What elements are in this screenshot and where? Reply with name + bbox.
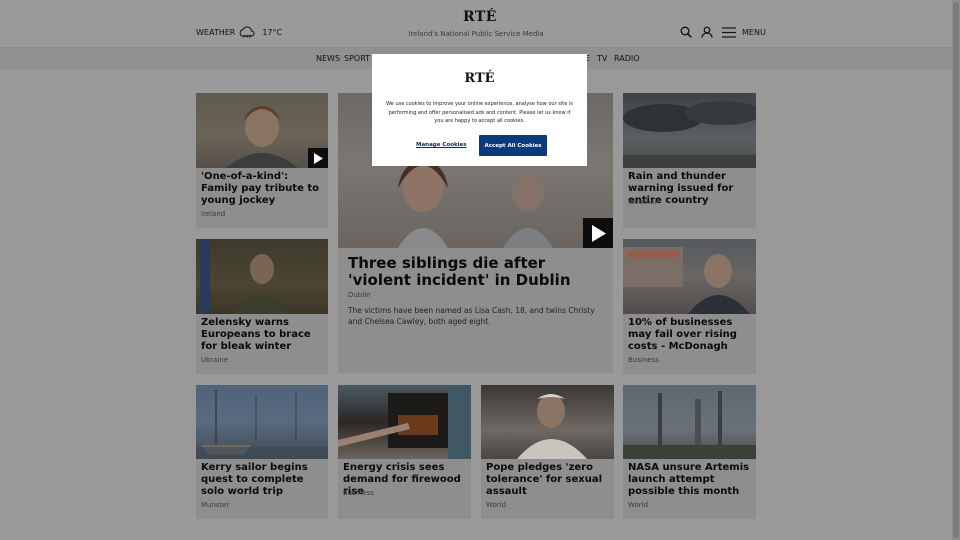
lead-story-title[interactable]: Three siblings die after 'violent incide…	[348, 255, 603, 289]
launchpad-photo	[623, 391, 756, 459]
story-image	[481, 385, 614, 459]
search-icon[interactable]	[680, 26, 692, 38]
story-category[interactable]: Dublin	[348, 291, 371, 299]
story-image	[338, 385, 471, 459]
hamburger-icon[interactable]	[722, 26, 736, 38]
story-category[interactable]: Business	[343, 489, 374, 497]
story-title[interactable]: 'One-of-a-kind': Family pay tribute to y…	[201, 171, 323, 207]
nav-item-radio[interactable]: RADIO	[614, 54, 640, 63]
story-image	[623, 385, 756, 459]
shop-photo	[623, 247, 750, 314]
rte-logo[interactable]: RTÉ	[463, 9, 497, 25]
story-title[interactable]: Kerry sailor begins quest to complete so…	[201, 462, 323, 498]
story-image	[623, 239, 756, 314]
story-card-zelensky[interactable]: Zelensky warns Europeans to brace for bl…	[196, 239, 328, 374]
story-card-pope[interactable]: Pope pledges 'zero tolerance' for sexual…	[481, 385, 614, 519]
story-title[interactable]: NASA unsure Artemis launch attempt possi…	[628, 462, 751, 498]
story-image	[196, 93, 328, 168]
play-icon	[591, 224, 606, 242]
scrollbar-thumb[interactable]	[953, 2, 959, 538]
story-card-jockey[interactable]: 'One-of-a-kind': Family pay tribute to y…	[196, 93, 328, 228]
story-image	[196, 385, 328, 459]
story-card-sailor[interactable]: Kerry sailor begins quest to complete so…	[196, 385, 328, 519]
story-category[interactable]: World	[486, 501, 506, 509]
play-button[interactable]	[583, 218, 613, 248]
story-card-nasa[interactable]: NASA unsure Artemis launch attempt possi…	[623, 385, 756, 519]
cookie-consent-dialog: RTÉ We use cookies to improve your onlin…	[372, 54, 587, 166]
accept-all-cookies-button[interactable]: Accept All Cookies	[479, 135, 547, 156]
story-image	[623, 93, 756, 168]
story-category[interactable]: Business	[628, 356, 659, 364]
nav-item-sport[interactable]: SPORT	[344, 54, 370, 63]
story-category[interactable]: World	[628, 501, 648, 509]
story-card-businesses[interactable]: 10% of businesses may fail over rising c…	[623, 239, 756, 374]
nav-item-news[interactable]: NEWS	[316, 54, 340, 63]
tagline: Ireland's National Public Service Media	[408, 30, 544, 38]
site-header: WEATHER 17°C RTÉ Ireland's National Publ…	[0, 0, 952, 47]
story-category[interactable]: Munster	[201, 501, 230, 509]
story-card-rain[interactable]: Rain and thunder warning issued for enti…	[623, 93, 756, 228]
manage-cookies-link[interactable]: Manage Cookies	[416, 142, 467, 148]
play-icon	[314, 152, 323, 164]
user-icon[interactable]	[701, 26, 713, 38]
modal-logo: RTÉ	[464, 71, 495, 86]
pope-photo	[517, 394, 587, 459]
play-button[interactable]	[308, 148, 328, 168]
harbour-photo	[196, 390, 328, 459]
zelensky-photo	[200, 239, 290, 314]
menu-label[interactable]: MENU	[742, 28, 766, 37]
story-title[interactable]: 10% of businesses may fail over rising c…	[628, 317, 751, 353]
story-category[interactable]: Ukraine	[201, 356, 228, 364]
page-scrollbar[interactable]	[952, 0, 960, 540]
story-category[interactable]: Ireland	[201, 210, 225, 218]
firewood-photo	[338, 385, 471, 459]
story-title[interactable]: Pope pledges 'zero tolerance' for sexual…	[486, 462, 609, 498]
story-card-firewood[interactable]: Energy crisis sees demand for firewood r…	[338, 385, 471, 519]
cookie-notice-text: We use cookies to improve your online ex…	[386, 101, 573, 124]
storm-photo	[623, 101, 756, 168]
story-title[interactable]: Zelensky warns Europeans to brace for bl…	[201, 317, 323, 353]
story-category[interactable]: Weather	[628, 198, 657, 206]
story-image	[196, 239, 328, 314]
lead-story-summary: The victims have been named as Lisa Cash…	[348, 306, 595, 326]
nav-item-tv[interactable]: TV	[597, 54, 607, 63]
